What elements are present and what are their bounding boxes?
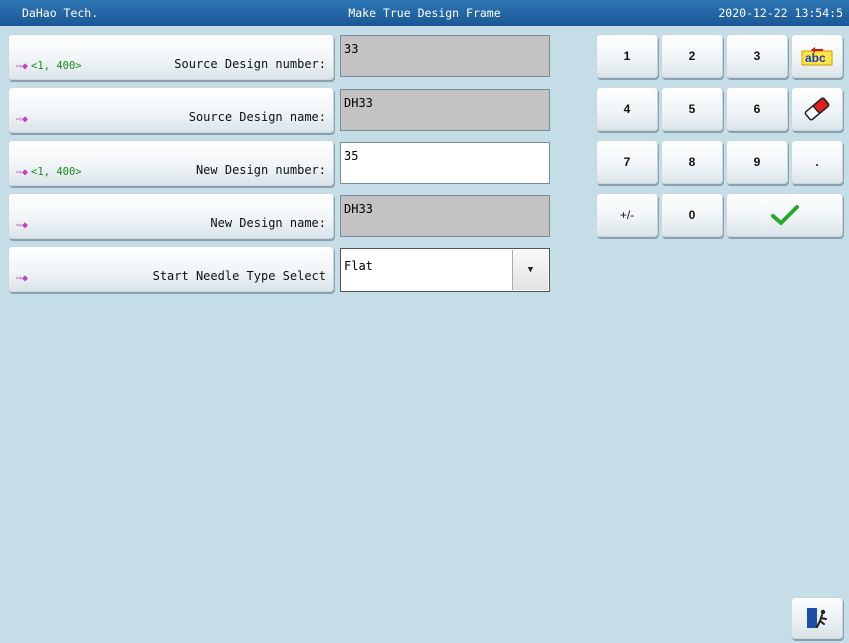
- field-label: Source Design number:: [174, 57, 326, 71]
- key-8[interactable]: 8: [661, 140, 723, 184]
- new-design-number-button[interactable]: ⇨◆ <1, 400> New Design number:: [8, 140, 334, 186]
- datetime-display: 2020-12-22 13:54:5: [718, 6, 843, 20]
- key-5[interactable]: 5: [661, 87, 723, 131]
- exit-door-icon: [807, 608, 827, 628]
- start-needle-type-button[interactable]: ⇨◆ Start Needle Type Select: [8, 246, 334, 292]
- diamond-icon: ⇨◆: [16, 60, 29, 72]
- range-hint: ⇨◆: [16, 273, 31, 284]
- source-design-name-button[interactable]: ⇨◆ Source Design name:: [8, 87, 334, 133]
- eraser-button[interactable]: [791, 87, 843, 131]
- source-design-number-button[interactable]: ⇨◆ <1, 400> Source Design number:: [8, 34, 334, 80]
- diamond-icon: ⇨◆: [16, 220, 29, 231]
- key-plus-minus[interactable]: +/-: [596, 193, 658, 237]
- abc-keyboard-icon: abc: [801, 46, 833, 66]
- source-design-name-field[interactable]: DH33: [340, 89, 550, 131]
- new-design-name-field[interactable]: DH33: [340, 195, 550, 237]
- abc-text: abc: [805, 51, 826, 65]
- range-hint: ⇨◆ <1, 400>: [16, 166, 82, 178]
- key-1[interactable]: 1: [596, 34, 658, 78]
- diamond-icon: ⇨◆: [16, 166, 29, 178]
- diamond-icon: ⇨◆: [16, 114, 29, 125]
- new-design-name-button[interactable]: ⇨◆ New Design name:: [8, 193, 334, 239]
- key-decimal-point[interactable]: .: [791, 140, 843, 184]
- field-label: Source Design name:: [188, 110, 326, 124]
- key-7[interactable]: 7: [596, 140, 658, 184]
- field-label: New Design name:: [210, 216, 326, 230]
- needle-type-value: Flat: [344, 259, 373, 273]
- key-4[interactable]: 4: [596, 87, 658, 131]
- range-hint: ⇨◆: [16, 114, 31, 125]
- field-label: New Design number:: [195, 163, 326, 177]
- new-design-number-field[interactable]: 35: [340, 142, 550, 184]
- abc-keyboard-button[interactable]: abc: [791, 34, 843, 78]
- title-bar: DaHao Tech. Make True Design Frame 2020-…: [0, 0, 849, 26]
- confirm-button[interactable]: [726, 193, 843, 237]
- key-3[interactable]: 3: [726, 34, 788, 78]
- eraser-icon: [804, 97, 830, 121]
- key-2[interactable]: 2: [661, 34, 723, 78]
- range-text: <1, 400>: [31, 166, 82, 178]
- key-6[interactable]: 6: [726, 87, 788, 131]
- range-hint: ⇨◆ <1, 400>: [16, 60, 82, 72]
- diamond-icon: ⇨◆: [16, 273, 29, 284]
- range-hint: ⇨◆: [16, 220, 31, 231]
- source-design-number-field[interactable]: 33: [340, 35, 550, 77]
- needle-type-select[interactable]: Flat ▼: [340, 248, 550, 292]
- field-label: Start Needle Type Select: [152, 269, 326, 283]
- key-9[interactable]: 9: [726, 140, 788, 184]
- key-0[interactable]: 0: [661, 193, 723, 237]
- chevron-down-icon[interactable]: ▼: [512, 250, 548, 290]
- range-text: <1, 400>: [31, 60, 82, 72]
- exit-button[interactable]: [791, 597, 843, 639]
- checkmark-icon: [770, 205, 799, 225]
